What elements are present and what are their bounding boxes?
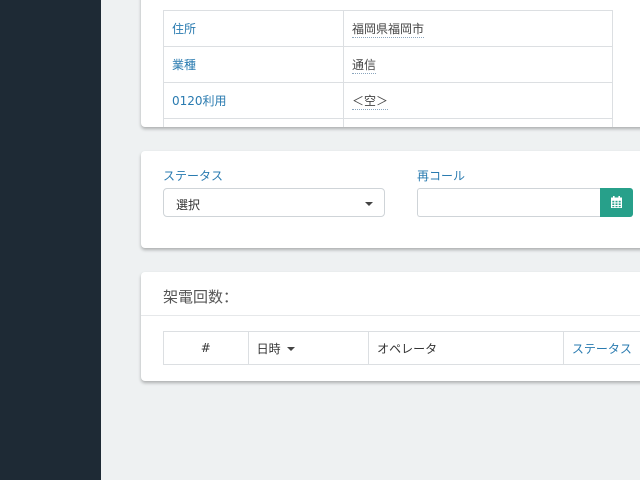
calls-table-header: # 日時 オペレータ ステータス — [163, 331, 640, 365]
sort-caret-icon — [286, 347, 295, 351]
calls-table: # 日時 オペレータ ステータス — [163, 331, 640, 365]
status-card: ステータス 選択 再コール — [141, 151, 640, 248]
calendar-icon — [611, 196, 622, 208]
card-divider — [141, 315, 640, 316]
info-row-0120: 0120利用 ＜空＞ — [163, 82, 613, 119]
column-header-status[interactable]: ステータス — [562, 331, 640, 365]
call-count-title: 架電回数： — [163, 288, 239, 306]
status-label: ステータス — [163, 169, 224, 183]
address-editable[interactable]: 福岡県福岡市 — [352, 22, 425, 38]
info-label-0120: 0120利用 — [163, 82, 344, 119]
info-label-address: 住所 — [163, 10, 344, 47]
info-value-address[interactable]: 福岡県福岡市 — [343, 10, 613, 47]
industry-editable[interactable]: 通信 — [352, 58, 377, 74]
recall-label: 再コール — [417, 169, 466, 183]
info-value-industry[interactable]: 通信 — [343, 46, 613, 83]
info-row-partial — [163, 118, 613, 127]
info-row-address: 住所 福岡県福岡市 — [163, 10, 613, 47]
calendar-button[interactable] — [600, 188, 633, 217]
column-header-number: # — [163, 331, 249, 365]
chevron-down-icon — [365, 202, 373, 206]
column-header-datetime[interactable]: 日時 — [247, 331, 370, 365]
info-value-0120[interactable]: ＜空＞ — [343, 82, 613, 119]
recall-date-input[interactable] — [417, 188, 601, 217]
status-select[interactable]: 選択 — [163, 188, 385, 217]
customer-info-card: 住所 福岡県福岡市 業種 通信 0120利用 ＜空＞ — [141, 0, 640, 127]
info-label-industry: 業種 — [163, 46, 344, 83]
call-count-card: 架電回数： # 日時 オペレータ ステータス — [141, 272, 640, 381]
column-datetime-label: 日時 — [256, 341, 281, 356]
freedial-editable[interactable]: ＜空＞ — [352, 94, 389, 110]
status-selected-value: 選択 — [176, 198, 201, 212]
info-value-empty — [343, 118, 613, 127]
column-header-operator: オペレータ — [368, 331, 564, 365]
info-label-empty — [163, 118, 344, 127]
customer-info-table: 住所 福岡県福岡市 業種 通信 0120利用 ＜空＞ — [163, 10, 613, 127]
sidebar — [0, 0, 101, 480]
info-row-industry: 業種 通信 — [163, 46, 613, 83]
